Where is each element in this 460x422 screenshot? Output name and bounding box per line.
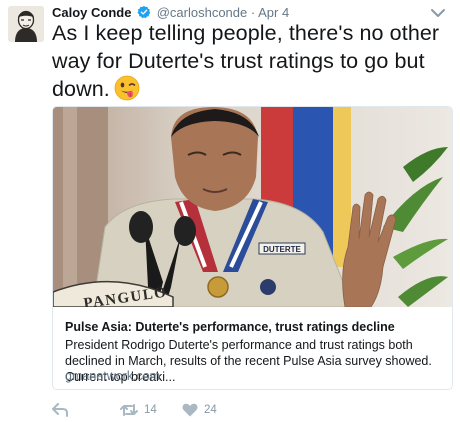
heart-icon xyxy=(182,403,198,417)
tweet-date[interactable]: Apr 4 xyxy=(258,5,289,20)
like-count: 24 xyxy=(204,404,217,416)
card-domain[interactable]: gmanetwork.com xyxy=(65,369,160,383)
avatar[interactable] xyxy=(8,6,44,42)
chevron-down-icon[interactable] xyxy=(429,6,447,20)
tweet-text-content: As I keep telling people, there's no oth… xyxy=(52,21,440,101)
retweet-count: 14 xyxy=(144,404,157,416)
reply-icon xyxy=(52,403,68,417)
like-button[interactable]: 24 xyxy=(182,400,217,420)
author-handle[interactable]: @carloshconde xyxy=(157,5,248,20)
tweet-text: As I keep telling people, there's no oth… xyxy=(52,19,447,108)
reply-button[interactable] xyxy=(52,400,68,420)
retweet-icon xyxy=(120,403,138,417)
tweet-actions: 14 24 xyxy=(52,400,432,420)
link-card[interactable]: DUTERTE PANGULO Pulse Asia: Duterte's pe… xyxy=(52,106,453,390)
badge-text: DUTERTE xyxy=(263,245,301,254)
retweet-button[interactable]: 14 xyxy=(120,400,157,420)
winking-face-with-tongue-icon xyxy=(114,75,140,108)
card-title[interactable]: Pulse Asia: Duterte's performance, trust… xyxy=(65,320,395,334)
card-photo: DUTERTE PANGULO xyxy=(53,107,452,307)
separator: · xyxy=(250,5,256,20)
author-name[interactable]: Caloy Conde xyxy=(52,5,131,20)
